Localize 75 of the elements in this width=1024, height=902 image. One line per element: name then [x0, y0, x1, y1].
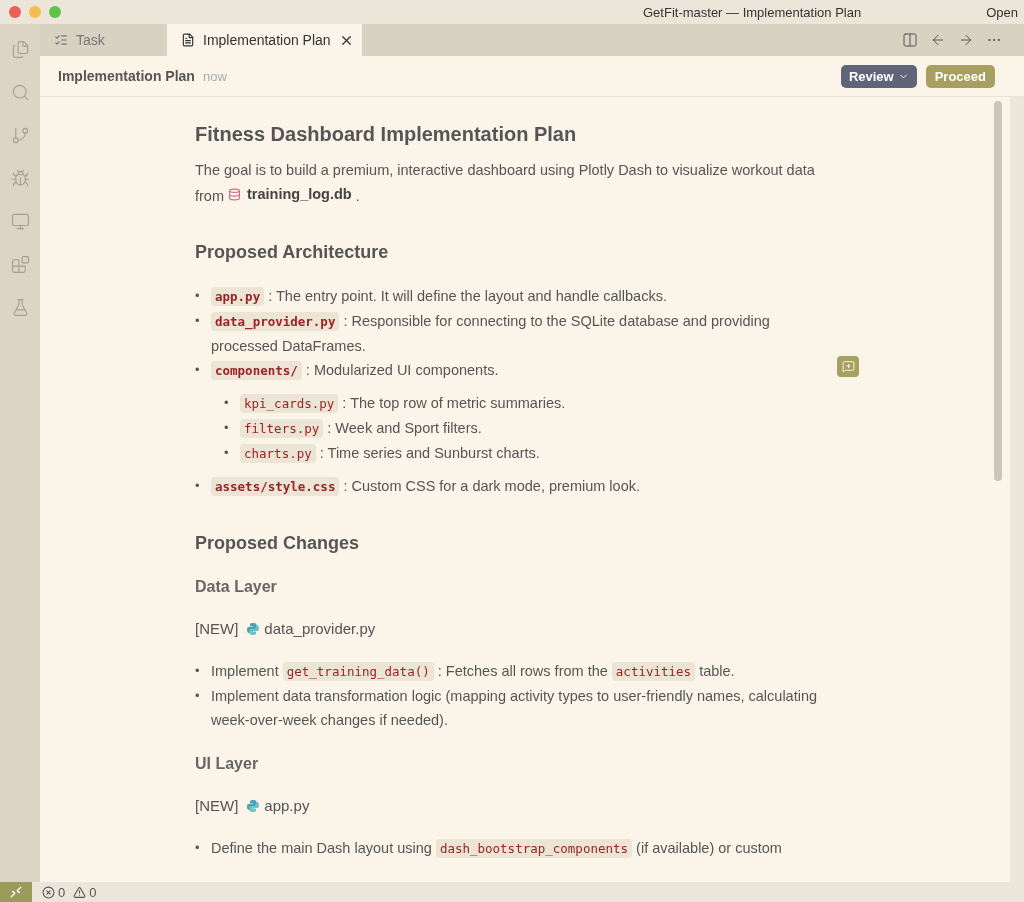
window-title: GetFit-master — Implementation Plan	[643, 4, 862, 20]
files-icon[interactable]	[10, 40, 30, 59]
list-item-text: Define the main Dash layout using dash_bootstrap_components (if available) or custom	[211, 837, 783, 860]
list-item-text: assets/style.css : Custom CSS for a dark mode, premium look.	[211, 473, 836, 499]
subsection-heading: UI Layer	[195, 753, 260, 774]
inline-code: data_provider.py	[211, 311, 340, 331]
list-item-text: charts.py : Time series and Sunburst charts.	[240, 440, 836, 466]
add-comment-button[interactable]	[837, 356, 859, 377]
database-icon	[228, 187, 241, 201]
zoom-window-button[interactable]	[49, 6, 61, 18]
remote-button[interactable]	[0, 882, 32, 902]
menu-item[interactable]: Open	[986, 4, 1018, 20]
list-item-text: filters.py : Week and Sport filters.	[240, 415, 836, 441]
error-icon	[42, 885, 55, 899]
search-icon[interactable]	[10, 83, 30, 102]
file-name: app.py	[264, 795, 310, 816]
scrollbar-thumb[interactable]	[994, 101, 1002, 481]
inline-code: assets/style.css	[211, 476, 340, 496]
python-icon	[246, 798, 261, 813]
bug-icon[interactable]	[10, 169, 30, 188]
warning-count[interactable]: 0	[89, 884, 97, 900]
new-tag: [NEW]	[195, 616, 239, 641]
list-item-text: data_provider.py : Responsible for connecting to the SQLite database and providing processed DataFrames.	[211, 310, 771, 356]
remote-icon	[10, 886, 22, 898]
bullet: •	[195, 360, 201, 379]
list-item-text: Implement data transformation logic (mapping activity types to user-friendly names, calculating week-over-week changes if needed).	[211, 686, 819, 730]
bullet: •	[224, 418, 230, 437]
document-icon	[181, 33, 195, 47]
blocks-icon[interactable]	[10, 255, 30, 274]
bullet: •	[195, 838, 201, 857]
new-tag: [NEW]	[195, 793, 239, 818]
paragraph: The goal is to build a premium, interactive dashboard using Plotly Dash to visualize workout data from training_log.db .	[195, 161, 816, 208]
split-editor-icon[interactable]	[902, 32, 918, 48]
section-heading: Proposed Architecture	[195, 240, 390, 264]
inline-code: components/	[211, 360, 302, 380]
subsection-heading: Data Layer	[195, 576, 278, 597]
forward-icon[interactable]	[958, 32, 974, 48]
file-name: data_provider.py	[264, 618, 376, 639]
list-item-text: app.py : The entry point. It will define the layout and handle callbacks.	[211, 283, 836, 309]
list-item-text: Implement get_training_data() : Fetches all rows from the activities table.	[211, 660, 736, 683]
review-button[interactable]: Review	[840, 64, 917, 88]
monitor-icon[interactable]	[10, 212, 30, 231]
back-icon[interactable]	[930, 32, 946, 48]
inline-code: activities	[611, 661, 696, 681]
error-count[interactable]: 0	[58, 884, 66, 900]
bullet: •	[195, 286, 201, 305]
tab-label: Implementation Plan	[203, 32, 331, 48]
bullet: •	[224, 443, 230, 462]
inline-code: dash_bootstrap_components	[435, 838, 633, 858]
list-item-text: components/ : Modularized UI components.	[211, 357, 836, 383]
section-heading: Proposed Changes	[195, 531, 361, 555]
checklist-icon	[54, 33, 68, 47]
bullet: •	[195, 661, 201, 680]
tab[interactable]: Implementation Plan	[167, 24, 362, 56]
plan-title: Implementation Plan	[58, 68, 195, 84]
inline-code: charts.py	[240, 443, 316, 463]
comment-plus-icon	[841, 360, 855, 373]
minimize-window-button[interactable]	[29, 6, 41, 18]
inline-code: get_training_data()	[282, 661, 434, 681]
bullet: •	[195, 476, 201, 495]
branch-icon[interactable]	[10, 126, 30, 145]
warning-icon	[73, 885, 87, 899]
tab-label: Task	[76, 32, 105, 48]
inline-code: filters.py	[240, 418, 324, 438]
close-window-button[interactable]	[9, 6, 21, 18]
bullet: •	[195, 311, 201, 330]
bullet: •	[195, 686, 201, 705]
bullet: •	[224, 393, 230, 412]
inline-code: kpi_cards.py	[240, 393, 339, 413]
document-title: Fitness Dashboard Implementation Plan	[195, 122, 578, 146]
python-icon	[246, 621, 261, 636]
file-name: training_log.db	[247, 185, 352, 204]
timestamp: now	[202, 68, 227, 84]
inline-code: app.py	[211, 286, 265, 306]
list-item-text: kpi_cards.py : The top row of metric summaries.	[240, 390, 836, 416]
